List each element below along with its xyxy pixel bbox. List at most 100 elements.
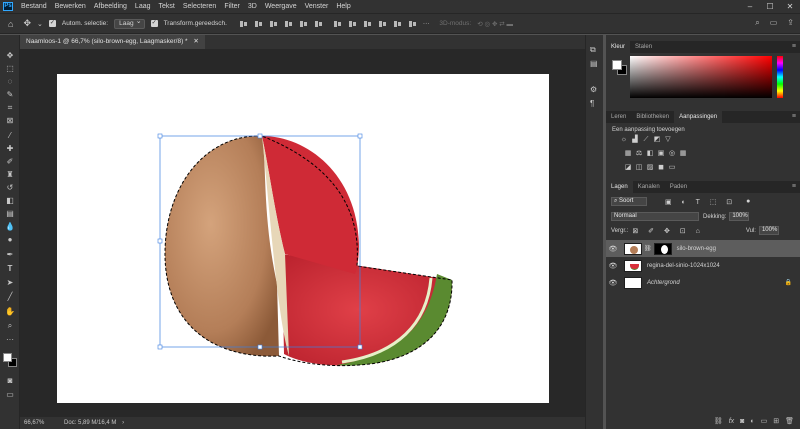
distribute-bottom-icon[interactable] bbox=[363, 20, 372, 28]
lock-icons[interactable]: ⊠ ✐ ✥ ⊡ ⌂ bbox=[632, 227, 703, 235]
brushes-panel-icon[interactable]: ⚙ bbox=[590, 85, 597, 94]
channel-mixer-icon[interactable]: ◎ bbox=[668, 150, 676, 158]
pen-tool-icon[interactable]: ✒ bbox=[4, 250, 16, 260]
delete-layer-icon[interactable]: 🗑 bbox=[785, 416, 794, 428]
healing-brush-tool-icon[interactable]: ✚ bbox=[4, 144, 16, 154]
menu-selecteren[interactable]: Selecteren bbox=[179, 3, 220, 10]
home-icon[interactable]: ⌂ bbox=[8, 19, 13, 29]
filter-icons[interactable]: ▣ ◐ T ⬚ ⊡ bbox=[665, 198, 736, 206]
blur-tool-icon[interactable]: 💧 bbox=[4, 222, 16, 232]
transform-handle-tm[interactable] bbox=[257, 133, 263, 139]
tool-preset-chevron-icon[interactable]: ⌄ bbox=[37, 20, 43, 28]
workspace-icon[interactable]: ▭ bbox=[770, 18, 778, 28]
transform-handle-tr[interactable] bbox=[357, 133, 363, 139]
gradient-tool-icon[interactable]: ▤ bbox=[4, 209, 16, 219]
screen-mode-icon[interactable]: ▭ bbox=[4, 390, 16, 400]
align-left-icon[interactable] bbox=[239, 20, 248, 28]
selective-color-icon[interactable]: ◼ bbox=[657, 164, 665, 172]
layers-panel-menu-icon[interactable]: ≡ bbox=[792, 181, 796, 193]
tab-stalen[interactable]: Stalen bbox=[630, 41, 657, 53]
visibility-eye-icon[interactable]: 👁 bbox=[606, 279, 620, 287]
search-icon[interactable]: ⌕ bbox=[755, 18, 759, 28]
color-balance-icon[interactable]: ⚖ bbox=[635, 150, 643, 158]
new-group-icon[interactable]: ▭ bbox=[761, 416, 768, 428]
close-tab-icon[interactable]: ✕ bbox=[193, 38, 198, 45]
tab-aanpassingen[interactable]: Aanpassingen bbox=[674, 111, 723, 123]
path-selection-tool-icon[interactable]: ➤ bbox=[4, 278, 16, 288]
align-top-icon[interactable] bbox=[284, 20, 293, 28]
foreground-color-swatch[interactable] bbox=[3, 353, 12, 362]
lasso-tool-icon[interactable]: ◌ bbox=[4, 77, 16, 87]
distribute-right-icon[interactable] bbox=[408, 20, 417, 28]
tab-bibliotheken[interactable]: Bibliotheken bbox=[631, 111, 674, 123]
menu-laag[interactable]: Laag bbox=[131, 3, 155, 10]
align-right-icon[interactable] bbox=[269, 20, 278, 28]
transform-handle-bm[interactable] bbox=[257, 344, 263, 350]
move-tool-icon[interactable]: ✥ bbox=[23, 18, 31, 29]
adjust-panel-menu-icon[interactable]: ≡ bbox=[792, 111, 796, 123]
menu-weergave[interactable]: Weergave bbox=[261, 3, 301, 10]
add-mask-icon[interactable]: ◙ bbox=[740, 416, 744, 428]
type-tool-icon[interactable]: T bbox=[4, 264, 16, 274]
eyedropper-tool-icon[interactable]: ⁄ bbox=[4, 131, 16, 141]
tab-paden[interactable]: Paden bbox=[665, 181, 692, 193]
document-tab[interactable]: Naamloos-1 @ 66,7% (silo-brown-egg, Laag… bbox=[20, 35, 205, 49]
layer-row-silo-brown-egg[interactable]: 👁 ⛓ silo-brown-egg bbox=[606, 240, 800, 257]
photo-filter-icon[interactable]: ▣ bbox=[657, 150, 665, 158]
transform-handle-tl[interactable] bbox=[157, 133, 163, 139]
menu-filter[interactable]: Filter bbox=[220, 3, 244, 10]
distribute-center-icon[interactable] bbox=[393, 20, 402, 28]
blend-mode-dropdown[interactable]: Normaal bbox=[611, 212, 699, 221]
hue-slider[interactable] bbox=[777, 56, 783, 98]
threshold-icon[interactable]: ▨ bbox=[646, 164, 654, 172]
brightness-contrast-icon[interactable]: ☼ bbox=[620, 136, 628, 144]
share-icon[interactable]: ⇪ bbox=[787, 18, 794, 28]
vibrance-icon[interactable]: ▽ bbox=[664, 136, 672, 144]
move-tool-icon[interactable]: ✥ bbox=[4, 51, 16, 61]
black-white-icon[interactable]: ◧ bbox=[646, 150, 654, 158]
canvas[interactable] bbox=[57, 74, 549, 403]
layer-mask-thumbnail[interactable] bbox=[653, 242, 672, 255]
brush-tool-icon[interactable]: ✐ bbox=[4, 157, 16, 167]
history-brush-tool-icon[interactable]: ↺ bbox=[4, 183, 16, 193]
marquee-tool-icon[interactable]: ⬚ bbox=[4, 64, 16, 74]
close-icon[interactable]: ✕ bbox=[780, 0, 800, 13]
auto-select-dropdown[interactable]: Laag bbox=[114, 18, 145, 29]
transform-handle-br[interactable] bbox=[357, 344, 363, 350]
shape-tool-icon[interactable]: ╱ bbox=[4, 292, 16, 302]
layer-style-icon[interactable]: fx bbox=[729, 416, 734, 428]
filter-toggle-icon[interactable]: ● bbox=[746, 198, 750, 205]
more-options-icon[interactable]: ··· bbox=[423, 20, 430, 27]
layer-row-achtergrond[interactable]: 👁 Achtergrond 🔒 bbox=[606, 274, 800, 291]
layer-row-regina[interactable]: 👁 regina-del-sinio-1024x1024 bbox=[606, 257, 800, 274]
hue-saturation-icon[interactable]: ▦ bbox=[624, 150, 632, 158]
menu-afbeelding[interactable]: Afbeelding bbox=[90, 3, 131, 10]
visibility-eye-icon[interactable]: 👁 bbox=[606, 262, 620, 270]
visibility-eye-icon[interactable]: 👁 bbox=[606, 245, 620, 253]
link-layers-icon[interactable]: ⛓ bbox=[714, 416, 723, 428]
menu-tekst[interactable]: Tekst bbox=[155, 3, 179, 10]
frame-tool-icon[interactable]: ⊠ bbox=[4, 116, 16, 126]
link-icon[interactable]: ⛓ bbox=[644, 245, 652, 252]
align-middle-icon[interactable] bbox=[299, 20, 308, 28]
distribute-top-icon[interactable] bbox=[333, 20, 342, 28]
zoom-tool-icon[interactable]: ⌕ bbox=[4, 321, 16, 331]
history-panel-icon[interactable]: ⧉ bbox=[590, 45, 596, 55]
minimize-icon[interactable]: – bbox=[740, 0, 760, 13]
maximize-icon[interactable]: ☐ bbox=[760, 0, 780, 13]
layer-filter-kind[interactable]: ⌕ Soort bbox=[611, 197, 647, 206]
transform-handle-ml[interactable] bbox=[157, 238, 163, 244]
align-center-icon[interactable] bbox=[254, 20, 263, 28]
levels-icon[interactable]: ▟ bbox=[631, 136, 639, 144]
menu-bewerken[interactable]: Bewerken bbox=[51, 3, 90, 10]
transform-handle-bl[interactable] bbox=[157, 344, 163, 350]
quick-mask-icon[interactable]: ◙ bbox=[4, 376, 16, 386]
tab-leren[interactable]: Leren bbox=[606, 111, 631, 123]
exposure-icon[interactable]: ◩ bbox=[653, 136, 661, 144]
fill-input[interactable]: 100% bbox=[758, 226, 779, 235]
eraser-tool-icon[interactable]: ◧ bbox=[4, 196, 16, 206]
menu-venster[interactable]: Venster bbox=[301, 3, 333, 10]
menu-bestand[interactable]: Bestand bbox=[17, 3, 51, 10]
fg-swatch[interactable] bbox=[612, 60, 622, 70]
zoom-level[interactable]: 66,67% bbox=[24, 420, 44, 426]
